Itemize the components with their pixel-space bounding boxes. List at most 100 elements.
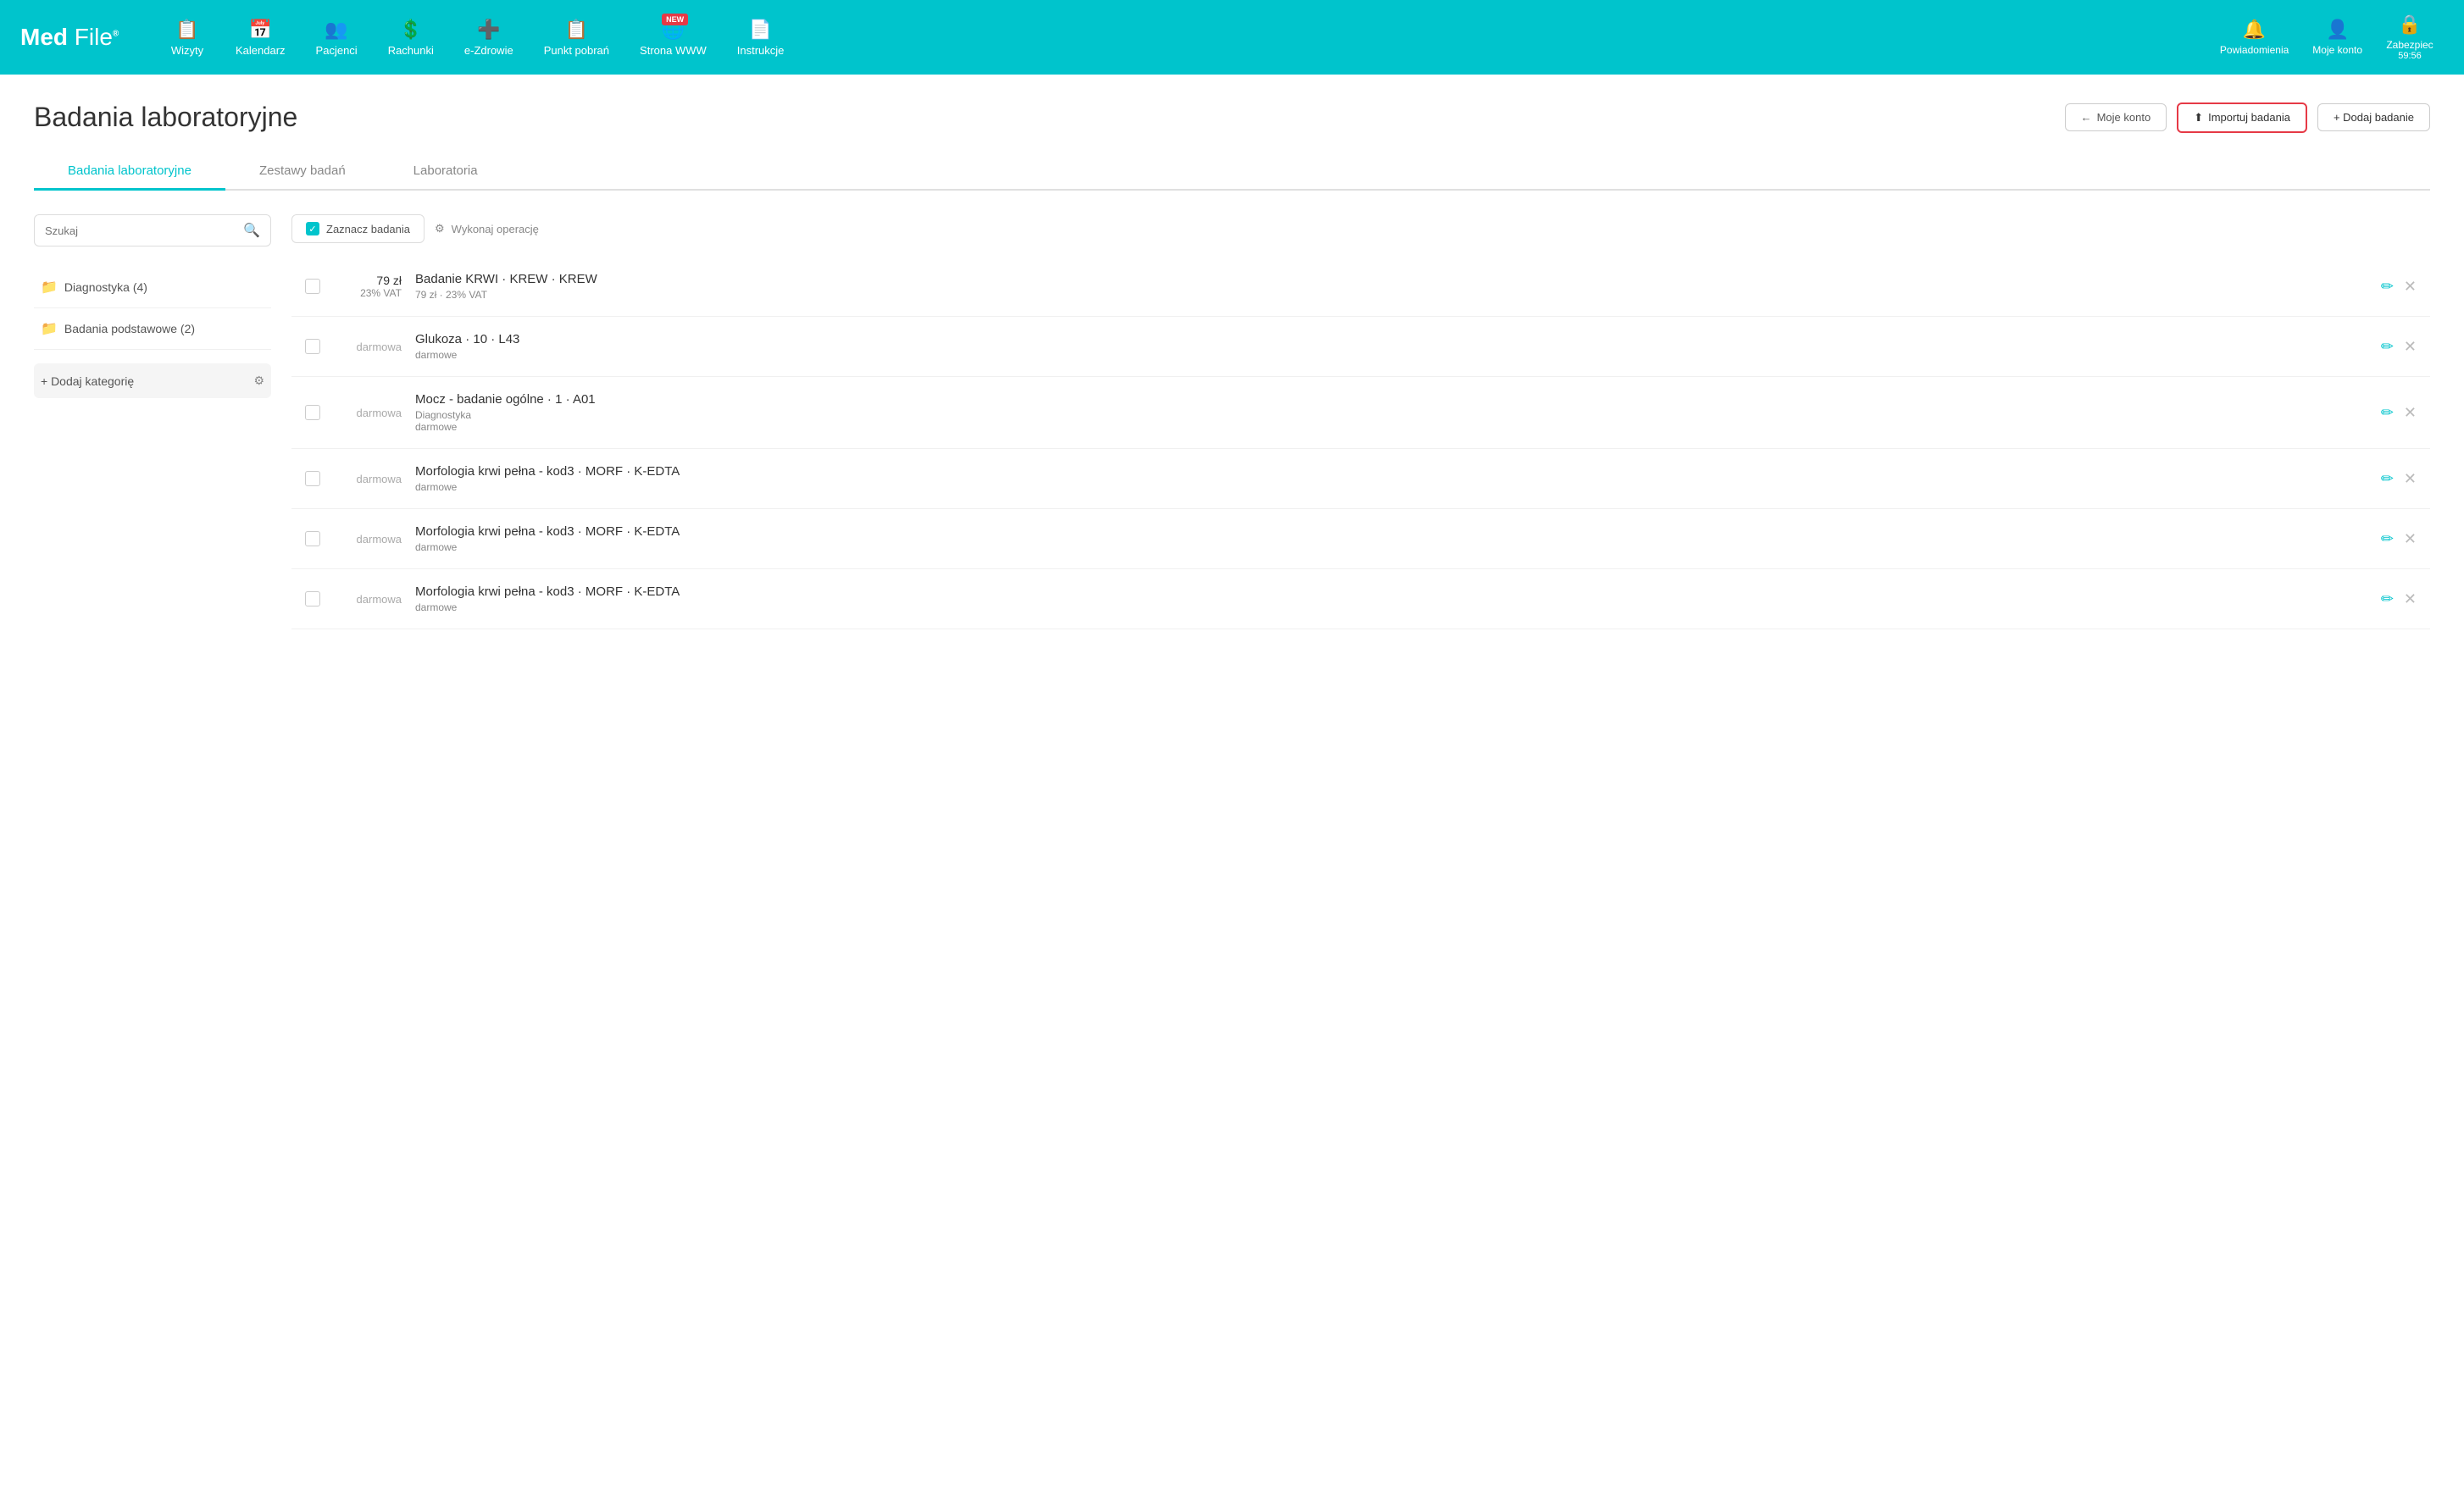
item-sub-5: darmowe — [415, 541, 2367, 553]
zaznacz-badania-button[interactable]: ✓ Zaznacz badania — [291, 214, 425, 243]
nav-zabezpiec-label: Zabezpiec — [2386, 39, 2433, 51]
nav-strona-www[interactable]: 🌐 NEW Strona WWW — [628, 12, 719, 64]
pacjenci-icon: 👥 — [325, 19, 347, 41]
nav-kalendarz-label: Kalendarz — [236, 44, 286, 57]
main-content: Badania laboratoryjne ← Moje konto ⬆ Imp… — [0, 75, 2464, 1501]
item-sub-4: darmowe — [415, 481, 2367, 493]
item-price-2: darmowa — [334, 341, 402, 353]
item-checkbox-1[interactable] — [305, 279, 320, 294]
wizyty-icon: 📋 — [175, 19, 198, 41]
tab-badania[interactable]: Badania laboratoryjne — [34, 153, 225, 191]
nav-rachunki-label: Rachunki — [388, 44, 434, 57]
dodaj-badanie-button[interactable]: + Dodaj badanie — [2317, 103, 2430, 131]
item-checkbox-2[interactable] — [305, 339, 320, 354]
nav-rachunki[interactable]: 💲 Rachunki — [376, 12, 446, 64]
item-actions-1: ✏ ✕ — [2381, 278, 2417, 296]
edit-icon-3[interactable]: ✏ — [2381, 404, 2394, 422]
item-price-6: darmowa — [334, 593, 402, 606]
search-input[interactable] — [45, 224, 243, 237]
delete-icon-1[interactable]: ✕ — [2404, 278, 2417, 296]
list-items: 79 zł 23% VAT Badanie KRWI · KREW · KREW… — [291, 257, 2430, 629]
delete-icon-6[interactable]: ✕ — [2404, 590, 2417, 608]
search-box[interactable]: 🔍 — [34, 214, 271, 246]
logo[interactable]: Med File® — [20, 25, 130, 49]
nav-pacjenci[interactable]: 👥 Pacjenci — [304, 12, 369, 64]
nav-moje-konto[interactable]: 👤 Moje konto — [2302, 12, 2372, 63]
list-area: ✓ Zaznacz badania ⚙ Wykonaj operację 79 … — [291, 214, 2430, 629]
add-category-button[interactable]: + Dodaj kategorię ⚙ — [34, 363, 271, 398]
gear-icon[interactable]: ⚙ — [253, 374, 264, 388]
powiadomienia-icon: 🔔 — [2243, 19, 2266, 41]
item-name-5: Morfologia krwi pełna - kod3 · MORF · K-… — [415, 524, 2367, 539]
edit-icon-4[interactable]: ✏ — [2381, 470, 2394, 488]
delete-icon-5[interactable]: ✕ — [2404, 530, 2417, 548]
nav-punkt-pobran[interactable]: 📋 Punkt pobrań — [532, 12, 621, 64]
item-checkbox-6[interactable] — [305, 591, 320, 606]
price-free-4: darmowa — [334, 473, 402, 485]
nav-pacjenci-label: Pacjenci — [316, 44, 358, 57]
item-sub-3: darmowe — [415, 421, 2367, 433]
checkbox-checked-icon: ✓ — [306, 222, 319, 235]
nav-ezdrowie-label: e-Zdrowie — [464, 44, 513, 57]
nav-ezdrowie[interactable]: ➕ e-Zdrowie — [452, 12, 525, 64]
item-checkbox-3[interactable] — [305, 405, 320, 420]
item-category-3: Diagnostyka — [415, 409, 2367, 421]
tab-zestawy[interactable]: Zestawy badań — [225, 153, 380, 191]
kalendarz-icon: 📅 — [249, 19, 272, 41]
item-name-1: Badanie KRWI · KREW · KREW — [415, 272, 2367, 286]
page-header: Badania laboratoryjne ← Moje konto ⬆ Imp… — [34, 102, 2430, 133]
wykonaj-label: Wykonaj operację — [452, 223, 539, 235]
folder-icon-2: 📁 — [41, 320, 58, 337]
category-diagnostyka[interactable]: 📁 Diagnostyka (4) — [34, 267, 271, 308]
edit-icon-1[interactable]: ✏ — [2381, 278, 2394, 296]
nav-moje-konto-label: Moje konto — [2312, 44, 2362, 56]
category-podstawowe-label: Badania podstawowe (2) — [64, 322, 195, 335]
logo-text: Med File® — [20, 25, 119, 49]
item-checkbox-5[interactable] — [305, 531, 320, 546]
back-arrow-icon: ← — [2081, 111, 2092, 124]
item-details-1: Badanie KRWI · KREW · KREW 79 zł · 23% V… — [415, 272, 2367, 301]
nav-items: 📋 Wizyty 📅 Kalendarz 👥 Pacjenci 💲 Rachun… — [158, 12, 2210, 64]
item-price-4: darmowa — [334, 473, 402, 485]
price-main-1: 79 zł — [334, 274, 402, 287]
nav-zabezpiec[interactable]: 🔒 Zabezpiec 59:56 — [2376, 7, 2444, 68]
category-podstawowe[interactable]: 📁 Badania podstawowe (2) — [34, 308, 271, 350]
item-price-3: darmowa — [334, 407, 402, 419]
list-item: darmowa Morfologia krwi pełna - kod3 · M… — [291, 569, 2430, 629]
delete-icon-4[interactable]: ✕ — [2404, 470, 2417, 488]
zaznacz-label: Zaznacz badania — [326, 223, 410, 235]
importuj-badania-button[interactable]: ⬆ Importuj badania — [2177, 102, 2307, 133]
nav-powiadomienia-label: Powiadomienia — [2220, 44, 2289, 56]
price-free-5: darmowa — [334, 533, 402, 546]
importuj-button-label: Importuj badania — [2208, 111, 2290, 124]
upload-icon: ⬆ — [2194, 111, 2203, 125]
punkt-pobran-icon: 📋 — [565, 19, 588, 41]
nav-powiadomienia[interactable]: 🔔 Powiadomienia — [2210, 12, 2299, 63]
item-checkbox-4[interactable] — [305, 471, 320, 486]
wykonaj-operacje-button[interactable]: ⚙ Wykonaj operację — [435, 222, 539, 235]
nav-right: 🔔 Powiadomienia 👤 Moje konto 🔒 Zabezpiec… — [2210, 7, 2444, 68]
delete-icon-2[interactable]: ✕ — [2404, 338, 2417, 356]
edit-icon-2[interactable]: ✏ — [2381, 338, 2394, 356]
tab-laboratoria[interactable]: Laboratoria — [380, 153, 512, 191]
dodaj-button-label: + Dodaj badanie — [2334, 111, 2414, 124]
header-buttons: ← Moje konto ⬆ Importuj badania + Dodaj … — [2065, 102, 2430, 133]
list-item: 79 zł 23% VAT Badanie KRWI · KREW · KREW… — [291, 257, 2430, 317]
nav-kalendarz[interactable]: 📅 Kalendarz — [224, 12, 297, 64]
item-actions-2: ✏ ✕ — [2381, 338, 2417, 356]
nav-wizyty[interactable]: 📋 Wizyty — [158, 12, 217, 64]
moje-konto-button[interactable]: ← Moje konto — [2065, 103, 2167, 131]
delete-icon-3[interactable]: ✕ — [2404, 404, 2417, 422]
item-details-6: Morfologia krwi pełna - kod3 · MORF · K-… — [415, 584, 2367, 613]
folder-icon: 📁 — [41, 279, 58, 296]
page-title: Badania laboratoryjne — [34, 102, 297, 133]
new-badge: NEW — [662, 14, 688, 25]
edit-icon-6[interactable]: ✏ — [2381, 590, 2394, 608]
edit-icon-5[interactable]: ✏ — [2381, 530, 2394, 548]
item-details-4: Morfologia krwi pełna - kod3 · MORF · K-… — [415, 464, 2367, 493]
item-name-3: Mocz - badanie ogólne · 1 · A01 — [415, 392, 2367, 407]
nav-instrukcje[interactable]: 📄 Instrukcje — [725, 12, 796, 64]
moje-konto-button-label: Moje konto — [2097, 111, 2151, 124]
item-sub-2: darmowe — [415, 349, 2367, 361]
list-item: darmowa Mocz - badanie ogólne · 1 · A01 … — [291, 377, 2430, 449]
